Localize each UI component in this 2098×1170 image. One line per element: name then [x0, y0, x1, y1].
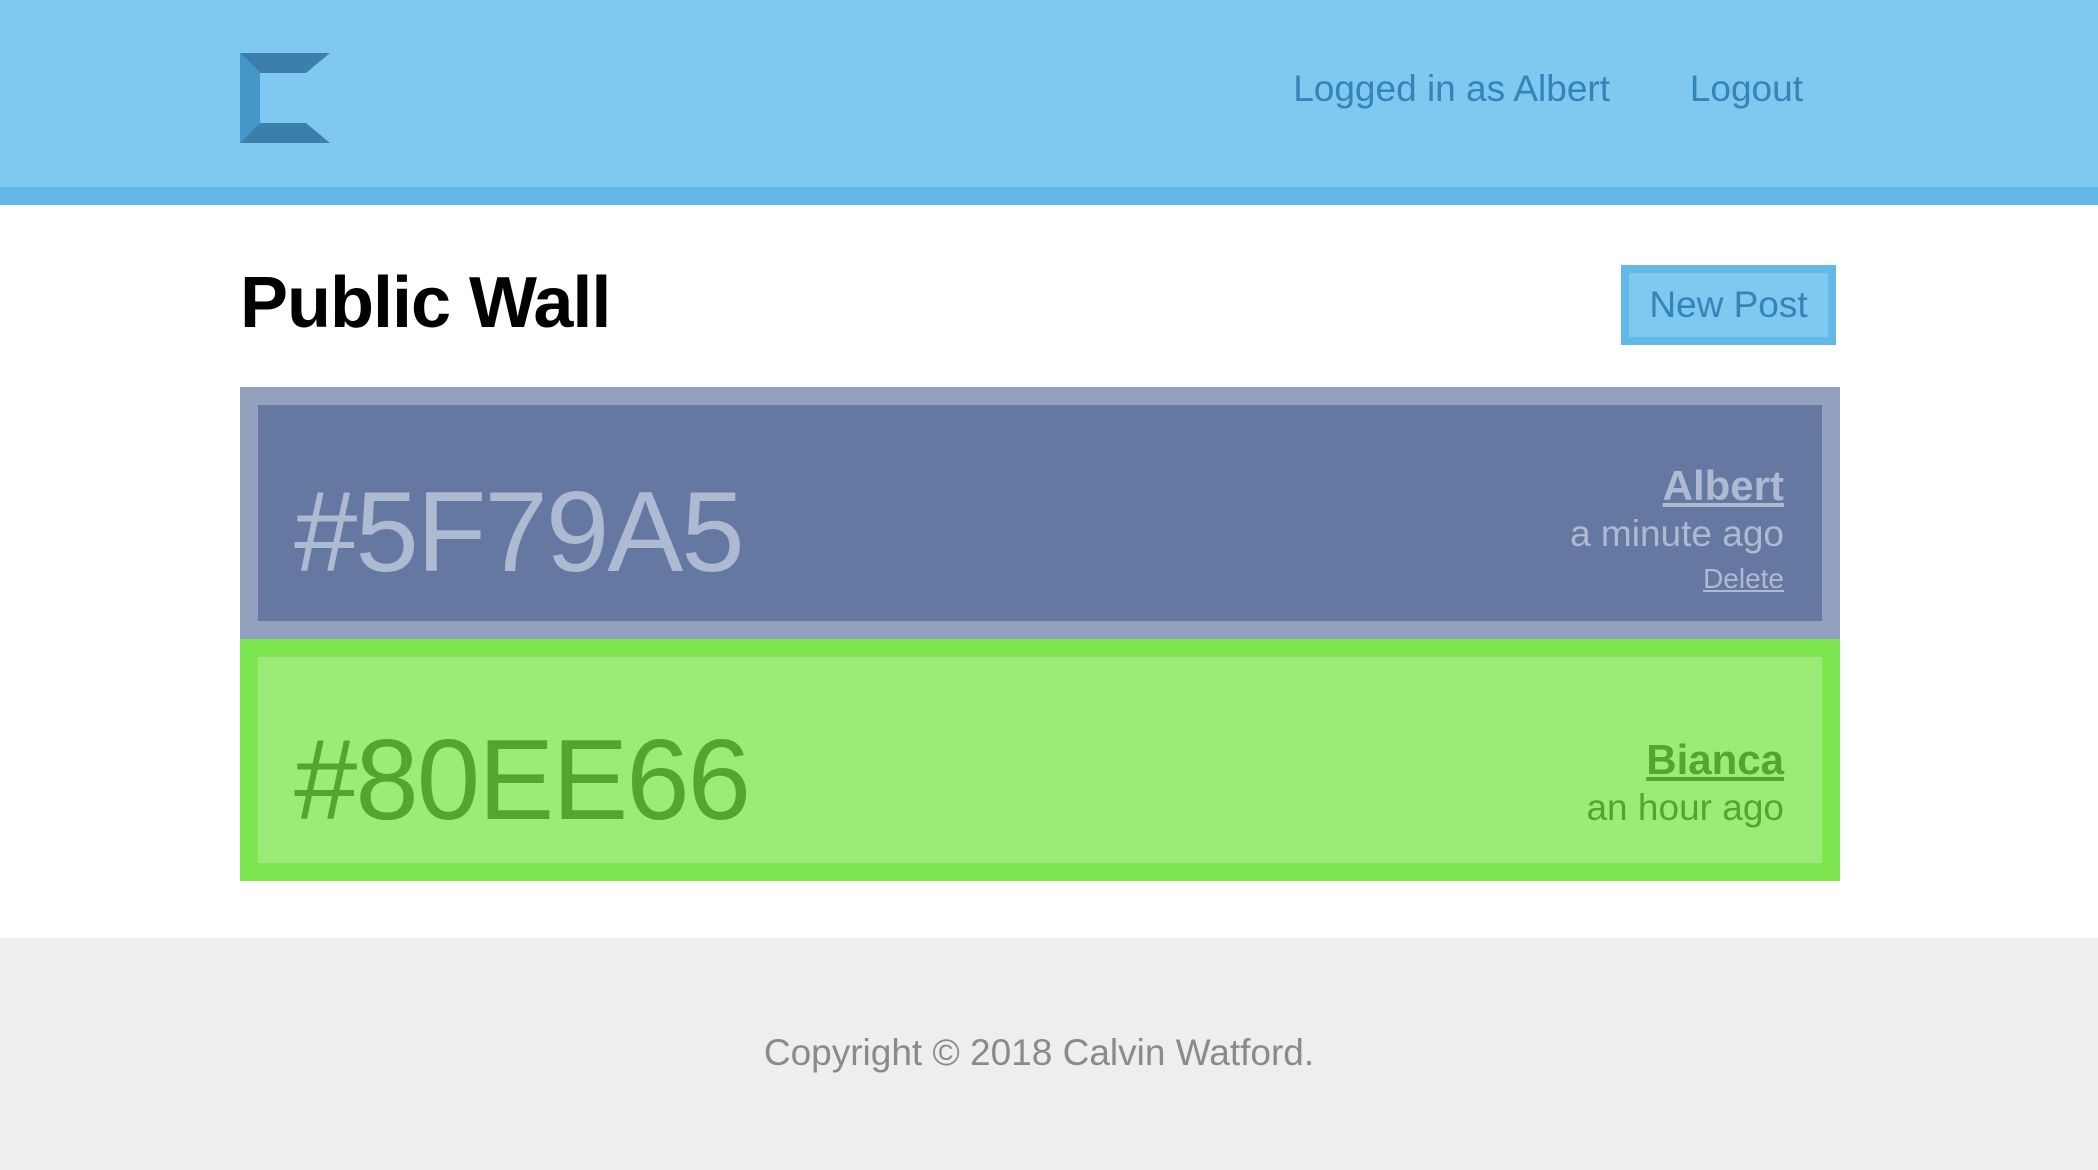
page-title: Public Wall: [240, 263, 611, 343]
post-color-code: #80EE66: [294, 717, 751, 844]
site-header: Logged in as Albert Logout: [0, 0, 2098, 205]
post-timestamp: a minute ago: [1570, 513, 1784, 554]
site-footer: Copyright © 2018 Calvin Watford.: [0, 938, 2098, 1170]
post-author-link[interactable]: Albert: [1570, 461, 1784, 511]
post-card: #80EE66 Bianca an hour ago: [240, 639, 1840, 881]
delete-post-link[interactable]: Delete: [1570, 557, 1784, 601]
post-author-link[interactable]: Bianca: [1586, 735, 1784, 785]
post-card: #5F79A5 Albert a minute ago Delete: [240, 387, 1840, 639]
copyright-text: Copyright © 2018 Calvin Watford.: [763, 1032, 1315, 1073]
post-timestamp: an hour ago: [1586, 787, 1784, 828]
new-post-button[interactable]: New Post: [1621, 265, 1836, 345]
logged-in-user-link[interactable]: Logged in as Albert: [1293, 68, 1610, 110]
post-meta: Bianca an hour ago: [1586, 735, 1784, 831]
post-color-code: #5F79A5: [294, 469, 745, 596]
logout-link[interactable]: Logout: [1690, 68, 1803, 110]
c-logo-icon[interactable]: [240, 53, 330, 143]
post-meta: Albert a minute ago Delete: [1570, 461, 1784, 601]
